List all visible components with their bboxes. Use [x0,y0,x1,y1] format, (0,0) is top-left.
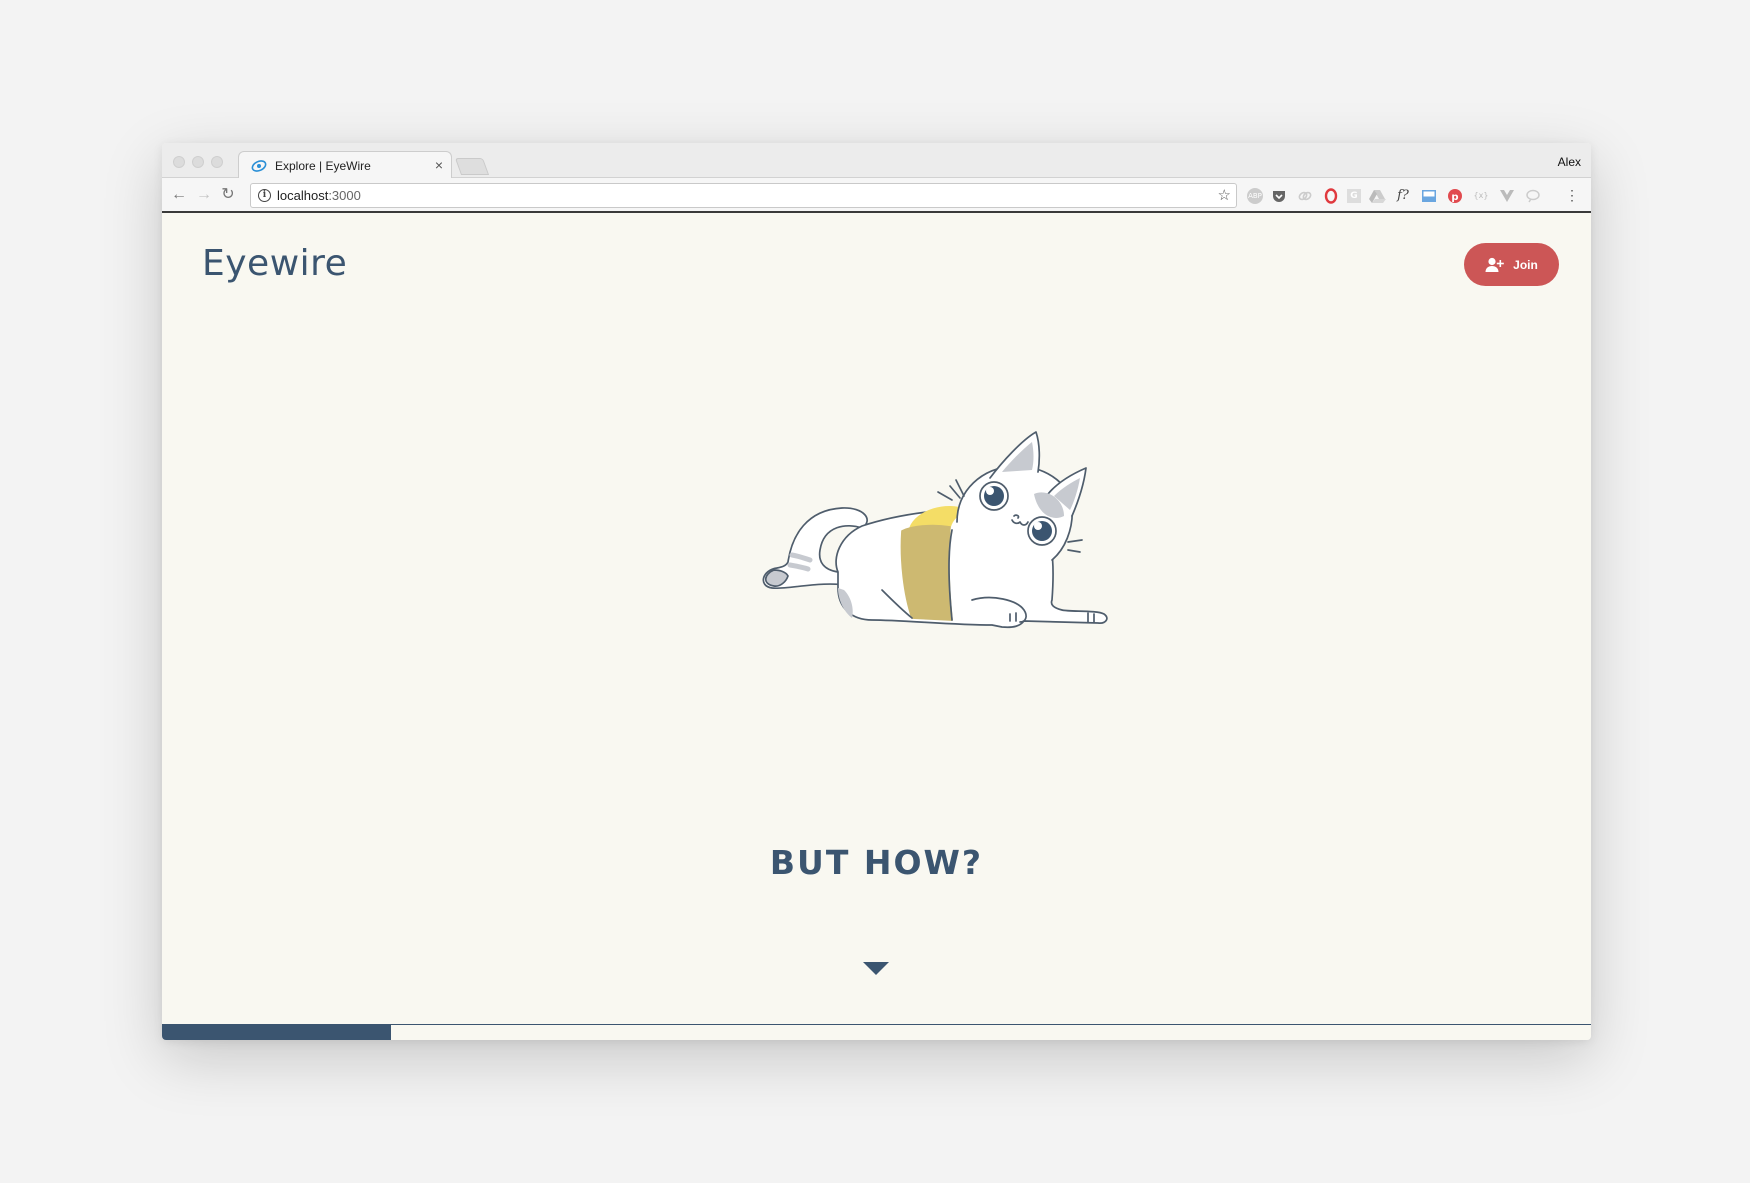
back-arrow-icon[interactable]: ← [169,185,189,205]
scroll-down-arrow-icon[interactable] [863,962,889,975]
page-content: Eyewire Join BUT HOW? [162,213,1591,1040]
pinterest-extension-icon[interactable]: p [1445,187,1465,205]
image-extension-icon[interactable] [1419,187,1439,205]
adblock-extension-icon[interactable]: ABP [1247,188,1263,204]
svg-text:p: p [1451,192,1458,203]
eyewire-favicon-icon [251,160,267,172]
reload-icon[interactable]: ↻ [218,185,238,205]
new-tab-button[interactable] [454,158,490,175]
progress-bar [162,1024,1591,1040]
close-window-icon[interactable] [173,156,185,168]
cat-illustration [762,431,1108,629]
browser-window: Explore | EyeWire × Alex ← → ↻ i localho… [162,143,1591,1040]
add-user-icon [1485,257,1504,272]
link-extension-icon[interactable] [1295,187,1315,205]
drive-extension-icon[interactable] [1367,187,1387,205]
but-how-headline: BUT HOW? [769,843,984,882]
tab-strip: Explore | EyeWire × Alex [162,143,1591,179]
window-controls [173,156,223,168]
forward-arrow-icon[interactable]: → [194,185,214,205]
join-label: Join [1513,257,1538,272]
grammarly-extension-icon[interactable]: G [1347,189,1361,203]
join-button[interactable]: Join [1464,243,1559,286]
browser-tab-active[interactable]: Explore | EyeWire × [238,151,452,179]
browser-menu-icon[interactable]: ⋮ [1565,186,1579,204]
tab-close-icon[interactable]: × [435,157,443,173]
vue-extension-icon[interactable] [1497,187,1517,205]
site-info-icon[interactable]: i [258,189,271,202]
address-bar[interactable]: i localhost:3000 ☆ [250,183,1237,208]
chat-extension-icon[interactable] [1523,187,1543,205]
extension-bar: ABP G f? p {x} [1247,186,1543,206]
progress-bar-fill [162,1025,391,1040]
address-url[interactable]: localhost:3000 [277,188,361,203]
json-extension-icon[interactable]: {x} [1471,187,1491,205]
profile-name[interactable]: Alex [1558,155,1581,169]
maximize-window-icon[interactable] [211,156,223,168]
opera-extension-icon[interactable] [1321,187,1341,205]
tab-title: Explore | EyeWire [275,159,371,173]
bookmark-star-icon[interactable]: ☆ [1218,186,1231,204]
font-finder-extension-icon[interactable]: f? [1393,187,1413,205]
pocket-extension-icon[interactable] [1269,187,1289,205]
browser-toolbar: ← → ↻ i localhost:3000 ☆ ABP G f? p {x} … [162,178,1591,213]
minimize-window-icon[interactable] [192,156,204,168]
eyewire-logo[interactable]: Eyewire [202,243,347,284]
